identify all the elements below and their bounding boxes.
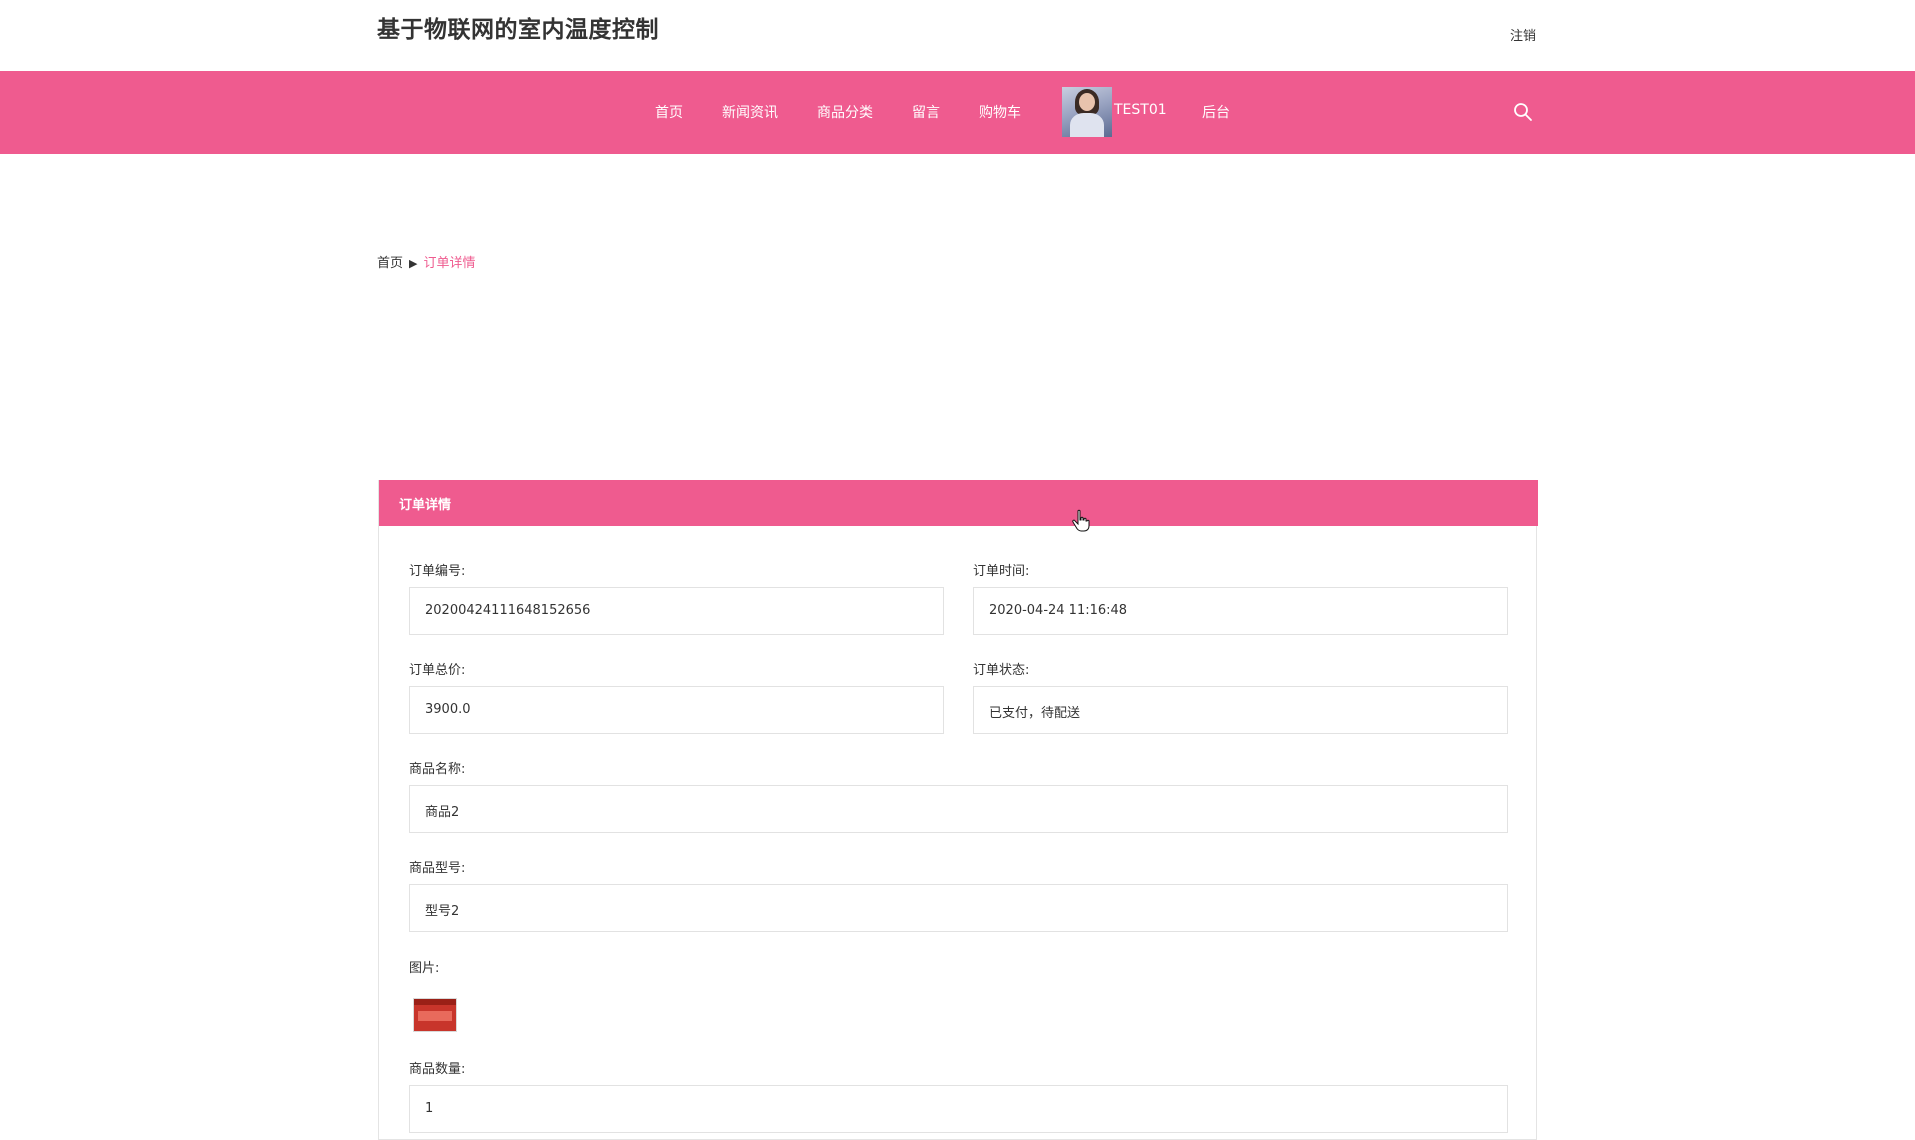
site-title: 基于物联网的室内温度控制: [377, 17, 659, 43]
product-image: [413, 998, 457, 1032]
order-status-field[interactable]: 已支付，待配送: [973, 686, 1508, 734]
order-time-field[interactable]: 2020-04-24 11:16:48: [973, 587, 1508, 635]
total-price-label: 订单总价:: [409, 663, 466, 678]
total-price-field[interactable]: 3900.0: [409, 686, 944, 734]
nav-username[interactable]: TEST01: [1114, 102, 1167, 118]
breadcrumb-home[interactable]: 首页: [377, 256, 403, 271]
product-model-field[interactable]: 型号2: [409, 884, 1508, 932]
nav-item-categories[interactable]: 商品分类: [817, 102, 873, 122]
quantity-field[interactable]: 1: [409, 1085, 1508, 1133]
order-time-label: 订单时间:: [973, 564, 1030, 579]
panel-title: 订单详情: [399, 498, 452, 513]
nav-item-home[interactable]: 首页: [655, 102, 683, 122]
product-model-label: 商品型号:: [409, 861, 466, 876]
product-name-field[interactable]: 商品2: [409, 785, 1508, 833]
user-avatar[interactable]: [1062, 87, 1112, 137]
top-header: 基于物联网的室内温度控制 注销: [0, 0, 1915, 71]
search-icon[interactable]: [1512, 101, 1534, 123]
nav-item-cart[interactable]: 购物车: [979, 102, 1021, 122]
nav-item-admin[interactable]: 后台: [1202, 102, 1230, 122]
order-no-label: 订单编号:: [409, 564, 466, 579]
nav-bar: 首页 新闻资讯 商品分类 留言 购物车 TEST01 后台: [0, 71, 1915, 154]
order-no-field[interactable]: 20200424111648152656: [409, 587, 944, 635]
logout-link[interactable]: 注销: [1510, 25, 1536, 44]
nav-item-messages[interactable]: 留言: [912, 102, 940, 122]
breadcrumb-separator: ▶: [409, 257, 418, 270]
order-detail-panel: 订单详情 订单编号: 20200424111648152656 订单时间: 20…: [378, 480, 1538, 1140]
image-label: 图片:: [409, 961, 440, 976]
hand-cursor-icon: [1072, 509, 1090, 532]
quantity-label: 商品数量:: [409, 1062, 466, 1077]
breadcrumb: 首页 ▶ 订单详情: [377, 252, 476, 271]
nav-item-news[interactable]: 新闻资讯: [722, 102, 778, 122]
breadcrumb-current: 订单详情: [423, 256, 476, 271]
panel-header: 订单详情: [379, 480, 1538, 526]
product-name-label: 商品名称:: [409, 762, 466, 777]
order-status-label: 订单状态:: [973, 663, 1030, 678]
